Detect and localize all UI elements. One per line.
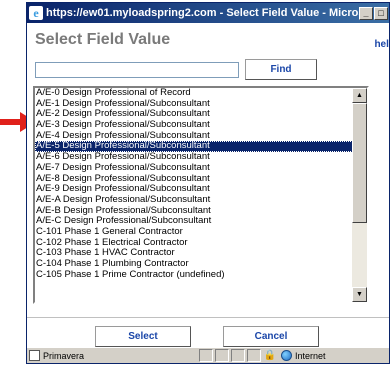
browser-popup-window: e https://ew01.myloadspring2.com - Selec…: [26, 2, 390, 364]
minimize-button[interactable]: _: [359, 6, 373, 20]
window-title: https://ew01.myloadspring2.com - Select …: [46, 7, 359, 19]
list-item[interactable]: C-104 Phase 1 Plumbing Contractor: [35, 259, 355, 270]
list-item[interactable]: A/E-5 Design Professional/Subconsultant: [35, 141, 355, 153]
select-button[interactable]: Select: [95, 326, 191, 347]
scroll-up-icon[interactable]: ▲: [352, 88, 367, 103]
listbox-items: A/E-0 Design Professional of Record A/E-1…: [35, 88, 355, 280]
list-item[interactable]: A/E-7 Design Professional/Subconsultant: [35, 163, 355, 174]
cancel-button[interactable]: Cancel: [223, 326, 319, 347]
list-item[interactable]: A/E-3 Design Professional/Subconsultant: [35, 120, 355, 131]
status-pane: [215, 349, 229, 362]
list-item[interactable]: C-102 Phase 1 Electrical Contractor: [35, 238, 355, 249]
list-item[interactable]: A/E-8 Design Professional/Subconsultant: [35, 174, 355, 185]
vertical-scrollbar[interactable]: ▲ ▼: [352, 88, 367, 302]
page-icon: [29, 350, 40, 361]
help-link[interactable]: help: [374, 39, 389, 50]
list-item[interactable]: C-103 Phase 1 HVAC Contractor: [35, 248, 355, 259]
maximize-button[interactable]: □: [374, 6, 388, 20]
internet-explorer-icon: e: [29, 6, 43, 20]
list-item[interactable]: C-105 Phase 1 Prime Contractor (undefine…: [35, 270, 355, 281]
globe-icon: [281, 350, 292, 361]
status-pane: [199, 349, 213, 362]
list-item[interactable]: A/E-2 Design Professional/Subconsultant: [35, 109, 355, 120]
list-item[interactable]: A/E-6 Design Professional/Subconsultant: [35, 152, 355, 163]
search-input[interactable]: [35, 62, 239, 78]
list-item[interactable]: A/E-0 Design Professional of Record: [35, 88, 355, 99]
field-value-listbox[interactable]: A/E-0 Design Professional of Record A/E-1…: [33, 86, 369, 304]
list-item[interactable]: A/E-9 Design Professional/Subconsultant: [35, 184, 355, 195]
status-bar: Primavera 🔒 Internet: [27, 347, 389, 363]
find-button[interactable]: Find: [245, 59, 317, 80]
scroll-down-icon[interactable]: ▼: [352, 287, 367, 302]
status-page-text: Primavera: [43, 350, 85, 361]
lock-icon: 🔒: [263, 350, 277, 361]
scrollbar-thumb[interactable]: [352, 103, 367, 223]
list-item[interactable]: A/E-C Design Professional/Subconsultant: [35, 216, 355, 227]
list-item[interactable]: A/E-B Design Professional/Subconsultant: [35, 206, 355, 217]
list-item[interactable]: A/E-4 Design Professional/Subconsultant: [35, 131, 355, 142]
status-page: Primavera: [27, 350, 199, 361]
status-pane: [247, 349, 261, 362]
security-zone: Internet: [281, 350, 326, 361]
divider: [27, 317, 389, 318]
title-bar[interactable]: e https://ew01.myloadspring2.com - Selec…: [27, 3, 389, 23]
zone-text: Internet: [295, 350, 326, 361]
dialog-heading: Select Field Value: [35, 31, 171, 48]
list-item[interactable]: A/E-1 Design Professional/Subconsultant: [35, 99, 355, 110]
list-item[interactable]: C-101 Phase 1 General Contractor: [35, 227, 355, 238]
status-pane: [231, 349, 245, 362]
list-item[interactable]: A/E-A Design Professional/Subconsultant: [35, 195, 355, 206]
